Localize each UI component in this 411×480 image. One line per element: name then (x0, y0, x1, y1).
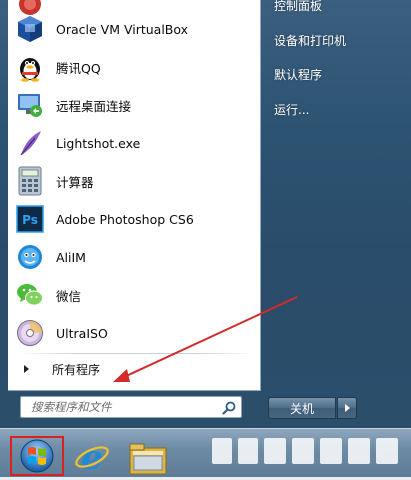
program-item-lightshot[interactable]: Lightshot.exe (12, 125, 258, 161)
right-item-run[interactable]: 运行... (268, 96, 408, 122)
windows-orb-icon (20, 439, 54, 473)
program-item-calculator[interactable]: 计算器 (12, 163, 258, 199)
program-item-tencent-qq[interactable]: 腾讯QQ (12, 49, 258, 85)
program-label: Oracle VM VirtualBox (56, 21, 189, 37)
watermark-logo (212, 438, 398, 464)
disc-icon (14, 317, 46, 349)
program-item-wechat[interactable]: 微信 (12, 277, 258, 313)
program-item-oracle-vm-virtualbox[interactable]: Oracle VM VirtualBox (12, 11, 258, 47)
search-box[interactable] (20, 396, 242, 418)
right-item-devices-and-printers[interactable]: 设备和打印机 (268, 27, 408, 53)
triangle-right-icon (344, 404, 350, 412)
right-item-label: 设备和打印机 (274, 33, 347, 48)
all-programs-button[interactable]: 所有程序 (12, 358, 256, 380)
right-item-label: 控制面板 (274, 0, 323, 13)
search-icon[interactable] (221, 400, 237, 416)
right-item-label: 默认程序 (274, 67, 323, 82)
photoshop-icon: Ps (14, 203, 46, 235)
photoshop-icon-text: Ps (22, 213, 38, 227)
shutdown-label: 关机 (289, 401, 314, 416)
internet-explorer-icon: e (75, 438, 109, 478)
qq-penguin-icon (14, 51, 46, 83)
right-item-control-panel[interactable]: 控制面板 (268, 0, 408, 18)
program-item-remote-desktop[interactable]: 远程桌面连接 (12, 87, 258, 123)
program-label: Adobe Photoshop CS6 (56, 211, 194, 227)
calculator-icon (14, 165, 46, 197)
svg-text:e: e (81, 438, 103, 476)
pinned-programs-pane: Oracle VM VirtualBox 腾讯QQ 远程桌面连接 Lightsh… (8, 0, 261, 391)
shutdown-button[interactable]: 关机 (268, 397, 336, 419)
right-item-label: 运行... (274, 102, 310, 117)
program-item-ultraiso[interactable]: UltraISO (12, 315, 258, 351)
program-label: 远程桌面连接 (56, 98, 132, 114)
program-label: UltraISO (56, 325, 108, 341)
program-label: 腾讯QQ (56, 60, 101, 76)
start-button[interactable] (10, 436, 64, 476)
program-item-adobe-photoshop-cs6[interactable]: Ps Adobe Photoshop CS6 (12, 201, 258, 237)
windows-explorer-button[interactable] (124, 436, 172, 476)
virtualbox-icon (14, 13, 46, 45)
program-item-aliim[interactable]: AliIM (12, 239, 258, 275)
all-programs-label: 所有程序 (52, 362, 101, 377)
wechat-icon (14, 279, 46, 311)
right-item-default-programs[interactable]: 默认程序 (268, 61, 408, 87)
search-input[interactable] (21, 397, 227, 417)
start-menu: Oracle VM VirtualBox 腾讯QQ 远程桌面连接 Lightsh… (0, 0, 411, 428)
internet-explorer-button[interactable]: e (72, 436, 112, 478)
aliim-icon (14, 241, 46, 273)
feather-icon (14, 127, 46, 159)
program-label: 计算器 (56, 174, 94, 190)
separator (20, 353, 256, 354)
program-label: AliIM (56, 249, 86, 265)
program-label: Lightshot.exe (56, 135, 141, 151)
remote-desktop-icon (14, 89, 46, 121)
triangle-right-icon (24, 365, 29, 373)
folder-icon (129, 443, 167, 475)
program-label: 微信 (56, 288, 82, 304)
shutdown-options-button[interactable] (337, 397, 357, 419)
